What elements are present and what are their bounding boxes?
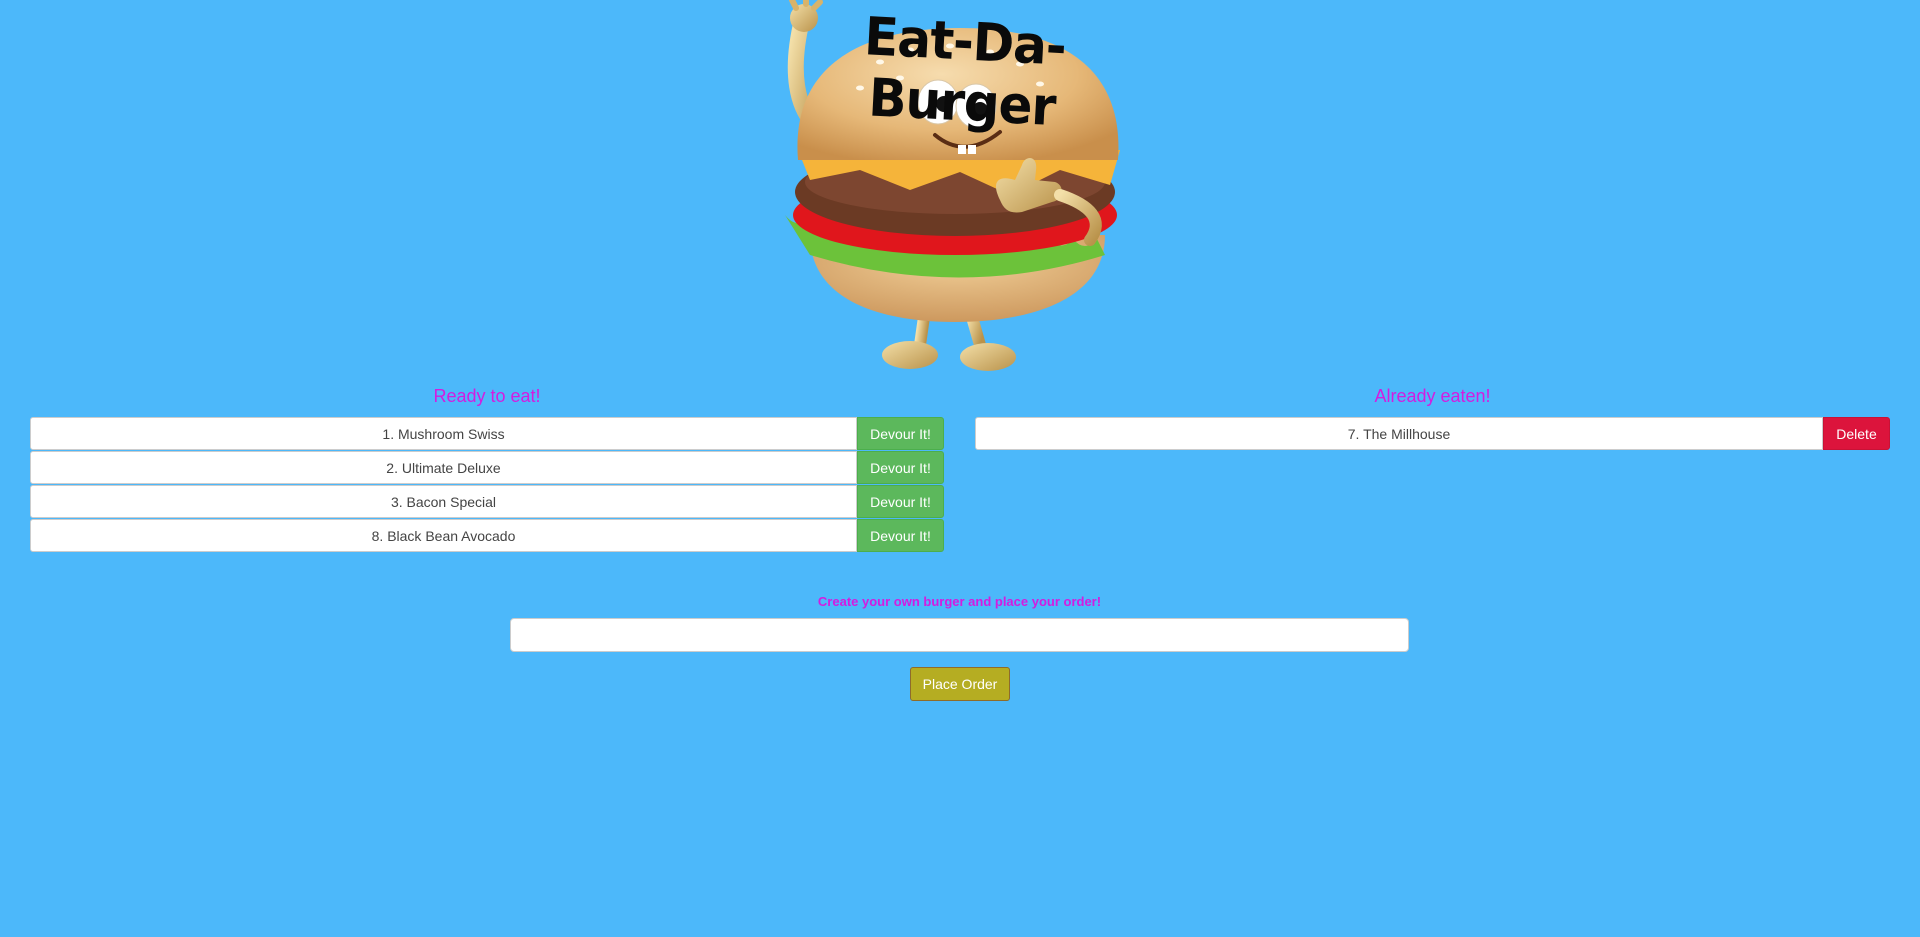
logo: Eat-Da-Burger <box>760 0 1160 380</box>
devour-button[interactable]: Devour It! <box>857 485 944 518</box>
burger-name: 7. The Millhouse <box>975 417 1823 450</box>
burger-name: 2. Ultimate Deluxe <box>30 451 857 484</box>
burger-name-input[interactable] <box>510 618 1409 652</box>
list-item: 2. Ultimate Deluxe Devour It! <box>30 451 944 484</box>
burger-name: 1. Mushroom Swiss <box>30 417 857 450</box>
burger-name: 8. Black Bean Avocado <box>30 519 857 552</box>
devour-button[interactable]: Devour It! <box>857 417 944 450</box>
delete-button[interactable]: Delete <box>1823 417 1890 450</box>
list-item: 7. The Millhouse Delete <box>975 417 1890 450</box>
ready-heading: Ready to eat! <box>433 386 541 406</box>
list-item: 8. Black Bean Avocado Devour It! <box>30 519 944 552</box>
burger-name: 3. Bacon Special <box>30 485 857 518</box>
order-label: Create your own burger and place your or… <box>817 594 1102 609</box>
place-order-button[interactable]: Place Order <box>910 667 1010 701</box>
logo-text: Eat-Da-Burger <box>862 5 1068 138</box>
eaten-heading: Already eaten! <box>1374 386 1491 406</box>
devour-button[interactable]: Devour It! <box>857 519 944 552</box>
devour-button[interactable]: Devour It! <box>857 451 944 484</box>
list-item: 3. Bacon Special Devour It! <box>30 485 944 518</box>
list-item: 1. Mushroom Swiss Devour It! <box>30 417 944 450</box>
